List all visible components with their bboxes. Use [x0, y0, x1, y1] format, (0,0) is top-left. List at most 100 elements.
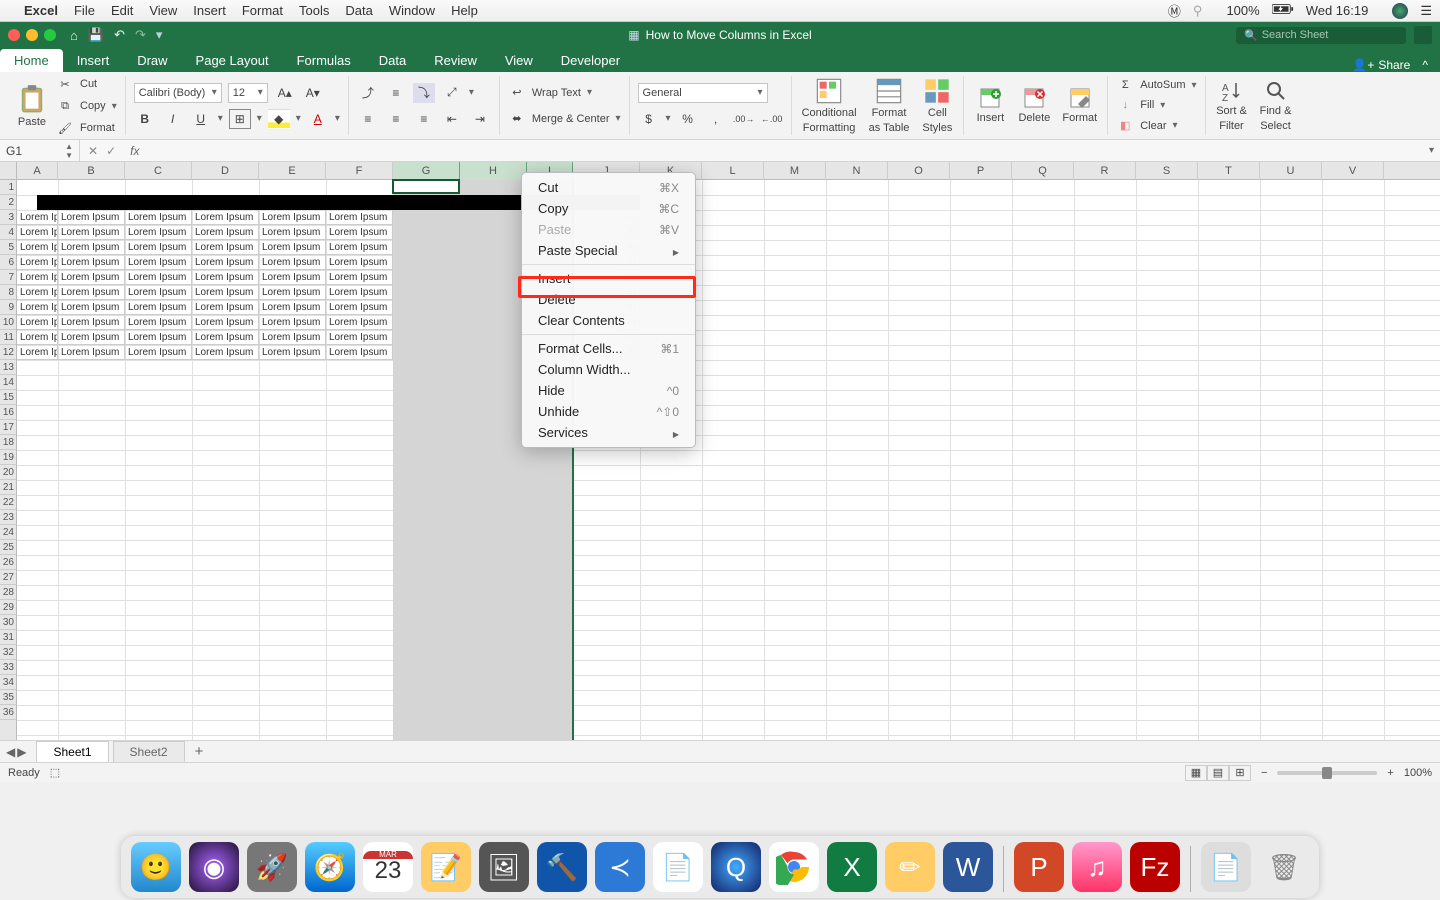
data-cell[interactable]: Lorem Ipsum — [326, 315, 393, 330]
row-header[interactable]: 4 — [0, 225, 16, 240]
column-header[interactable]: M — [764, 162, 826, 180]
row-header[interactable]: 23 — [0, 510, 16, 525]
wrap-text-button[interactable]: ↩Wrap Text▾ — [508, 83, 621, 103]
column-header[interactable]: V — [1322, 162, 1384, 180]
row-header[interactable]: 2 — [0, 195, 16, 210]
qat-undo-icon[interactable]: ↶ — [114, 27, 125, 43]
column-header[interactable]: A — [17, 162, 58, 180]
data-cell[interactable]: Lorem Ipsum — [125, 255, 192, 270]
insert-cells-button[interactable]: Insert — [972, 86, 1008, 124]
dock-pencil-icon[interactable]: ✏ — [885, 842, 935, 892]
data-cell[interactable]: Lorem Ipsum — [58, 225, 125, 240]
column-header[interactable]: Q — [1012, 162, 1074, 180]
notification-center-icon[interactable]: ☰ — [1420, 3, 1432, 19]
data-cell[interactable]: Lorem Ipsum — [259, 345, 326, 360]
column-headers[interactable]: ABCDEFGHIJKLMNOPQRSTUV — [17, 162, 1440, 180]
row-header[interactable]: 14 — [0, 375, 16, 390]
column-header[interactable]: R — [1074, 162, 1136, 180]
increase-indent-button[interactable]: ⇥ — [469, 109, 491, 129]
bold-button[interactable]: B — [134, 109, 156, 129]
dock-document-icon[interactable]: 📄 — [1201, 842, 1251, 892]
data-cell[interactable]: Lorem Ipsum — [125, 240, 192, 255]
row-header[interactable]: 5 — [0, 240, 16, 255]
column-header[interactable]: U — [1260, 162, 1322, 180]
data-cell[interactable]: Lorem Ipsum — [17, 270, 58, 285]
menu-insert[interactable]: Insert — [193, 3, 226, 18]
context-menu-item[interactable]: Paste Special — [522, 240, 695, 261]
column-header[interactable]: O — [888, 162, 950, 180]
qat-customize-icon[interactable]: ▾ — [156, 27, 163, 43]
data-cell[interactable]: Lorem Ipsum — [259, 240, 326, 255]
data-cell[interactable]: Lorem Ipsum — [58, 300, 125, 315]
dock-word-icon[interactable]: W — [943, 842, 993, 892]
format-as-table-button[interactable]: Formatas Table — [867, 77, 912, 133]
data-cell[interactable]: Lorem Ipsum — [58, 330, 125, 345]
dock-finder-icon[interactable]: 🙂 — [131, 842, 181, 892]
add-sheet-button[interactable]: + — [185, 743, 214, 760]
fill-button[interactable]: ↓Fill▾ — [1116, 96, 1196, 114]
sheet-nav-first-icon[interactable]: ◀ — [6, 745, 15, 759]
row-header[interactable]: 9 — [0, 300, 16, 315]
expand-formula-bar-icon[interactable]: ▾ — [1423, 145, 1440, 156]
paste-button[interactable]: Paste — [14, 84, 50, 128]
malware-icon[interactable]: Ⓜ — [1168, 1, 1181, 20]
page-break-view-button[interactable]: ⊞ — [1229, 765, 1251, 781]
underline-button[interactable]: U — [190, 109, 212, 129]
currency-button[interactable]: $ — [638, 109, 660, 129]
menu-tools[interactable]: Tools — [299, 3, 329, 18]
row-header[interactable]: 35 — [0, 690, 16, 705]
qat-home-icon[interactable]: ⌂ — [70, 28, 78, 43]
data-cell[interactable]: Lorem Ipsum — [125, 270, 192, 285]
data-cell[interactable]: Lorem Ipsum — [17, 300, 58, 315]
row-header[interactable]: 15 — [0, 390, 16, 405]
row-header[interactable]: 10 — [0, 315, 16, 330]
dock-siri-icon[interactable]: ◉ — [189, 842, 239, 892]
data-cell[interactable]: Lorem Ipsum — [259, 300, 326, 315]
data-cell[interactable]: Lorem Ipsum — [125, 225, 192, 240]
delete-cells-button[interactable]: Delete — [1016, 86, 1052, 124]
data-cell[interactable]: Lorem Ipsum — [326, 255, 393, 270]
data-cell[interactable]: Lorem Ipsum — [259, 255, 326, 270]
data-cell[interactable]: Lorem Ipsum — [125, 330, 192, 345]
data-cell[interactable]: Lorem Ipsum — [17, 255, 58, 270]
row-header[interactable]: 11 — [0, 330, 16, 345]
data-cell[interactable]: Lorem Ipsum — [58, 270, 125, 285]
macro-record-icon[interactable]: ⬚ — [50, 766, 60, 779]
data-cell[interactable]: Lorem Ipsum — [58, 255, 125, 270]
fill-color-button[interactable]: ◆ — [268, 109, 290, 129]
menu-file[interactable]: File — [74, 3, 95, 18]
align-right-button[interactable]: ≡ — [413, 109, 435, 129]
data-cell[interactable]: Lorem Ipsum — [326, 225, 393, 240]
increase-decimal-button[interactable]: .00→ — [733, 109, 755, 129]
data-cell[interactable]: Lorem Ipsum — [125, 315, 192, 330]
menu-data[interactable]: Data — [345, 3, 372, 18]
row-header[interactable]: 28 — [0, 585, 16, 600]
dock-vscode-icon[interactable]: ≺ — [595, 842, 645, 892]
bluetooth-icon[interactable]: ⚲ — [1193, 3, 1203, 19]
data-cell[interactable]: Lorem Ipsum — [326, 270, 393, 285]
minimize-window-button[interactable] — [26, 29, 38, 41]
data-cell[interactable]: Lorem Ipsum — [192, 315, 259, 330]
dock-powerpoint-icon[interactable]: P — [1014, 842, 1064, 892]
context-menu-item[interactable]: Cut⌘X — [522, 177, 695, 198]
data-cell[interactable]: Lorem Ipsum — [125, 345, 192, 360]
dock-trash-icon[interactable]: 🗑 — [1259, 842, 1309, 892]
comma-button[interactable]: , — [705, 109, 727, 129]
increase-font-button[interactable]: A▴ — [274, 83, 296, 103]
tab-draw[interactable]: Draw — [123, 49, 181, 72]
column-header[interactable]: L — [702, 162, 764, 180]
row-header[interactable]: 18 — [0, 435, 16, 450]
menubar-clock[interactable]: Wed 16:19 — [1306, 3, 1369, 18]
context-menu-item[interactable]: Services — [522, 422, 695, 443]
data-cell[interactable]: Lorem Ipsum — [259, 210, 326, 225]
enter-formula-icon[interactable]: ✓ — [106, 144, 116, 158]
column-header[interactable]: D — [192, 162, 259, 180]
context-menu-item[interactable]: Paste⌘V — [522, 219, 695, 240]
menu-window[interactable]: Window — [389, 3, 435, 18]
data-cell[interactable]: Lorem Ipsum — [125, 300, 192, 315]
data-cell[interactable]: Lorem Ipsum — [192, 345, 259, 360]
row-header[interactable]: 26 — [0, 555, 16, 570]
data-cell[interactable]: Lorem Ipsum — [58, 210, 125, 225]
column-header[interactable]: H — [460, 162, 527, 180]
row-header[interactable]: 17 — [0, 420, 16, 435]
